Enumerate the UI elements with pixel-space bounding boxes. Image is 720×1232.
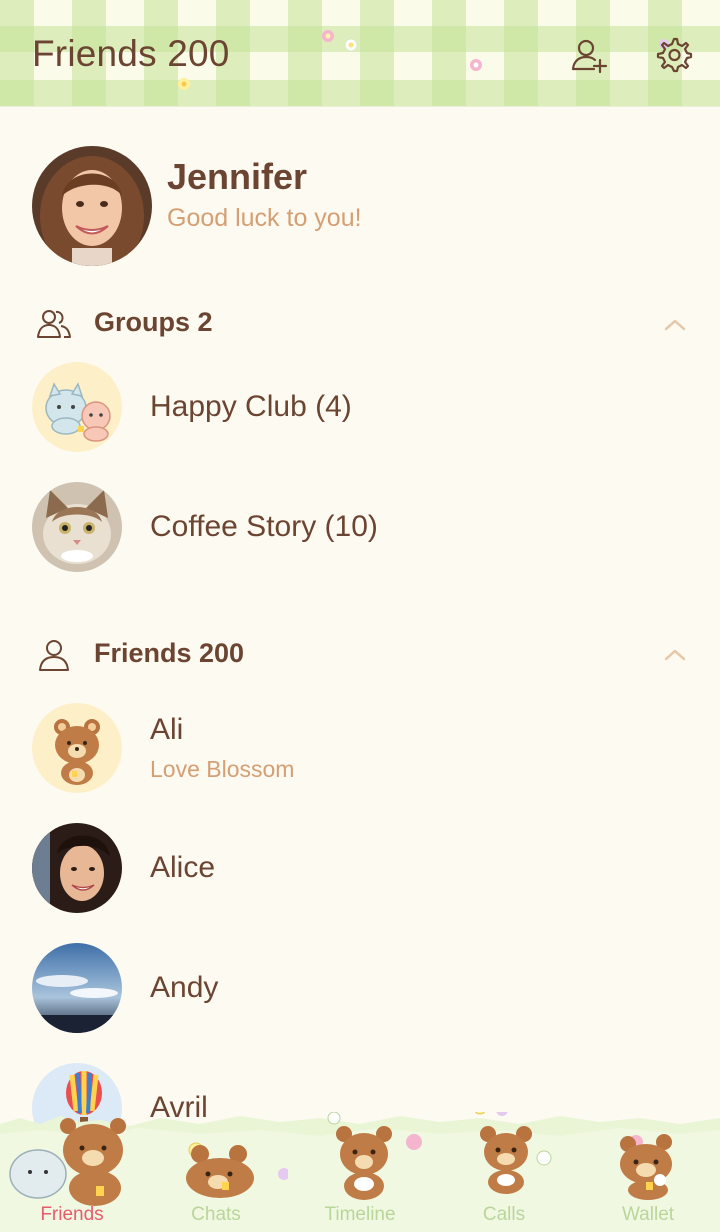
friend-status-message: Love Blossom: [150, 756, 295, 782]
tab-timeline[interactable]: Timeline: [288, 1112, 432, 1232]
profile-name: Jennifer: [167, 156, 308, 197]
tab-wallet[interactable]: Wallet: [576, 1112, 720, 1232]
bear-wallet-icon: [576, 1112, 720, 1212]
tab-label: Calls: [482, 1204, 526, 1225]
friend-avatar: [32, 703, 122, 793]
bear-calls-icon: [432, 1112, 576, 1212]
gear-icon: [656, 37, 693, 73]
tab-friends[interactable]: Friends: [0, 1112, 144, 1232]
bear-friends-icon: [0, 1112, 144, 1212]
add-friend-icon: [571, 39, 608, 74]
flower-decoration-icon: [343, 37, 359, 53]
tab-label: Chats: [191, 1204, 241, 1225]
tab-calls[interactable]: Calls: [432, 1112, 576, 1232]
chevron-up-icon[interactable]: [660, 645, 690, 665]
group-name: Coffee Story (10): [150, 510, 378, 543]
group-avatar: [32, 362, 122, 452]
friend-name: Andy: [150, 971, 219, 1004]
groups-section-title: Groups 2: [94, 307, 213, 337]
person-icon: [36, 637, 72, 673]
friend-name: Ali: [150, 713, 184, 746]
group-icon: [36, 306, 72, 342]
profile-avatar[interactable]: [32, 146, 152, 266]
friend-avatar: [32, 823, 122, 913]
chevron-up-icon[interactable]: [660, 315, 690, 335]
group-name: Happy Club (4): [150, 390, 352, 423]
header-bar: Friends 200: [0, 0, 720, 107]
bear-chats-icon: [144, 1112, 288, 1212]
tab-chats[interactable]: Chats: [144, 1112, 288, 1232]
bear-timeline-icon: [288, 1112, 432, 1212]
bottom-tab-bar: Friends Chats Timeline Calls Wallet: [0, 1112, 720, 1232]
group-avatar: [32, 482, 122, 572]
add-friend-button[interactable]: [570, 36, 608, 74]
flower-decoration-icon: [320, 28, 336, 44]
page-title: Friends 200: [32, 33, 230, 74]
flower-decoration-icon: [468, 57, 484, 73]
friend-name: Alice: [150, 851, 216, 884]
tab-label: Friends: [40, 1204, 104, 1225]
settings-button[interactable]: [655, 36, 693, 74]
flower-decoration-icon: [176, 76, 192, 92]
tab-label: Wallet: [621, 1204, 675, 1225]
friend-avatar: [32, 943, 122, 1033]
friends-section-title: Friends 200: [94, 638, 245, 668]
tab-label: Timeline: [324, 1204, 396, 1225]
profile-status-message: Good luck to you!: [167, 204, 362, 232]
